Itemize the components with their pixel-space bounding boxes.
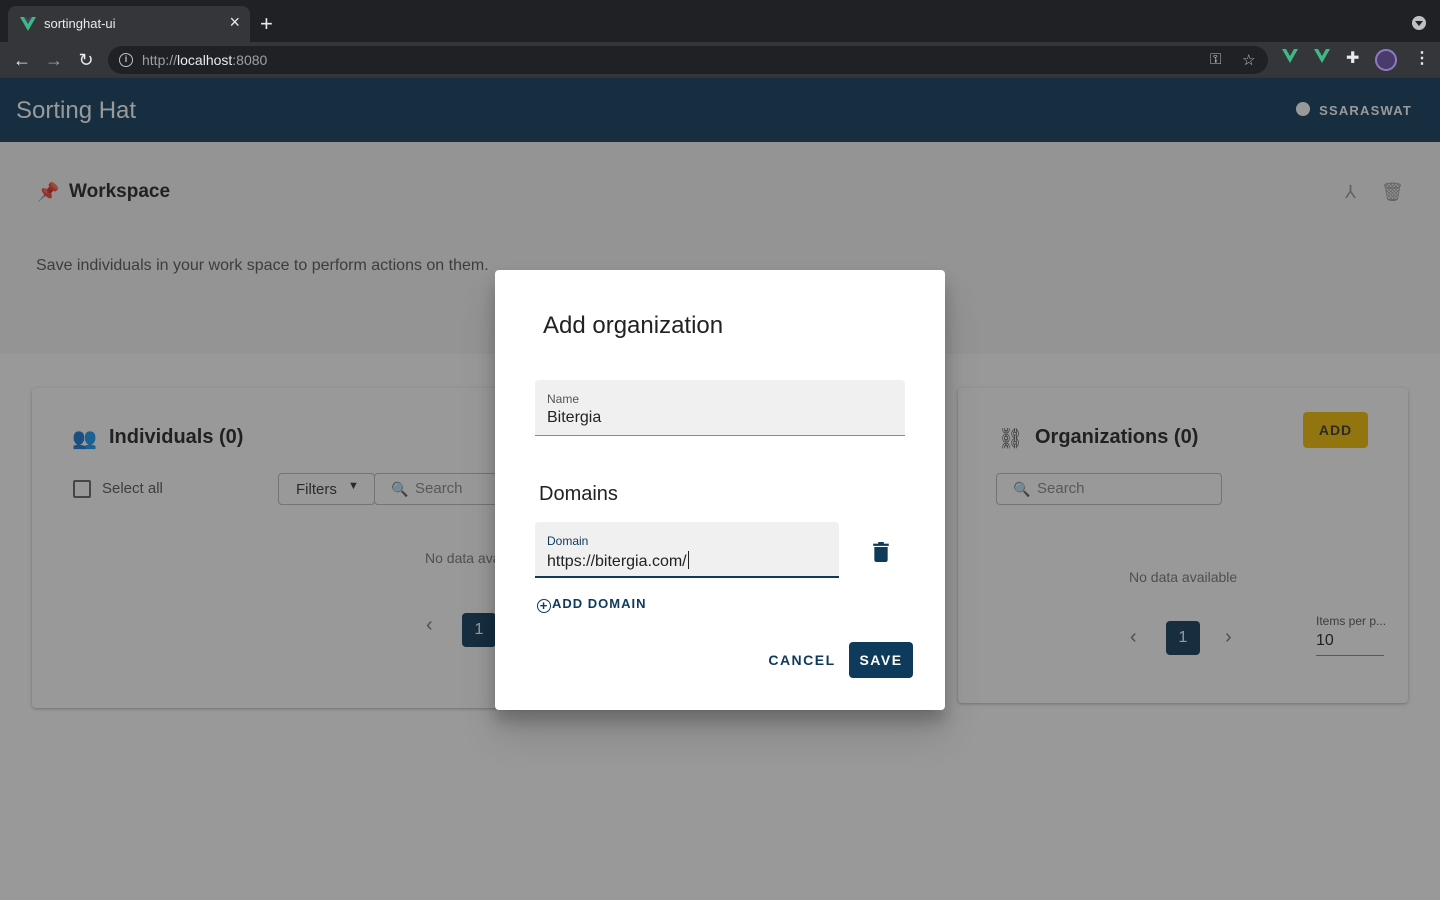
domain-value: https://bitergia.com/ xyxy=(547,553,687,570)
reload-icon[interactable]: ↻ xyxy=(74,48,98,72)
add-domain-button[interactable]: + ADD DOMAIN xyxy=(537,596,647,613)
site-info-icon[interactable]: i xyxy=(119,53,133,67)
vue-devtools-icon[interactable] xyxy=(1282,48,1298,64)
cancel-button[interactable]: CANCEL xyxy=(765,642,839,678)
url-text: http://localhost:8080 xyxy=(142,52,268,68)
key-icon[interactable]: ⚿ xyxy=(1210,51,1221,68)
vue-devtools-icon-2[interactable] xyxy=(1314,48,1330,64)
domain-field[interactable]: Domain https://bitergia.com/ xyxy=(535,522,839,578)
back-icon[interactable]: ← xyxy=(10,48,34,72)
name-value: Bitergia xyxy=(547,409,602,426)
dialog-title: Add organization xyxy=(543,312,724,339)
tab-close-icon[interactable]: × xyxy=(229,13,240,31)
add-circle-icon: + xyxy=(537,599,551,613)
domain-label: Domain xyxy=(547,534,589,548)
name-field[interactable]: Name Bitergia xyxy=(535,380,905,436)
browser-tabbar: sortinghat-ui × + xyxy=(0,0,1440,42)
domain-value-wrap: https://bitergia.com/ xyxy=(547,551,689,571)
delete-domain-icon[interactable] xyxy=(872,542,890,562)
domains-title: Domains xyxy=(539,483,618,505)
browser-toolbar: ← → ↻ i http://localhost:8080 ⚿ ☆ ✚ ⋮ xyxy=(0,42,1440,78)
tab-title: sortinghat-ui xyxy=(44,16,116,31)
add-domain-label: ADD DOMAIN xyxy=(552,596,647,611)
extensions-puzzle-icon[interactable]: ✚ xyxy=(1346,48,1359,68)
star-icon[interactable]: ☆ xyxy=(1242,51,1255,69)
address-bar[interactable]: i http://localhost:8080 ⚿ ☆ xyxy=(108,46,1268,74)
tab-search-icon[interactable] xyxy=(1412,16,1426,30)
profile-avatar[interactable] xyxy=(1375,49,1397,71)
text-caret xyxy=(687,551,689,569)
name-label: Name xyxy=(547,392,580,406)
save-button[interactable]: SAVE xyxy=(849,642,913,678)
browser-tab[interactable]: sortinghat-ui × xyxy=(8,6,250,42)
forward-icon[interactable]: → xyxy=(42,48,66,72)
add-organization-dialog: Add organization Name Bitergia Domains D… xyxy=(495,270,945,710)
vue-logo-icon xyxy=(20,17,36,31)
browser-menu-icon[interactable]: ⋮ xyxy=(1414,48,1430,68)
new-tab-icon[interactable]: + xyxy=(260,13,273,35)
